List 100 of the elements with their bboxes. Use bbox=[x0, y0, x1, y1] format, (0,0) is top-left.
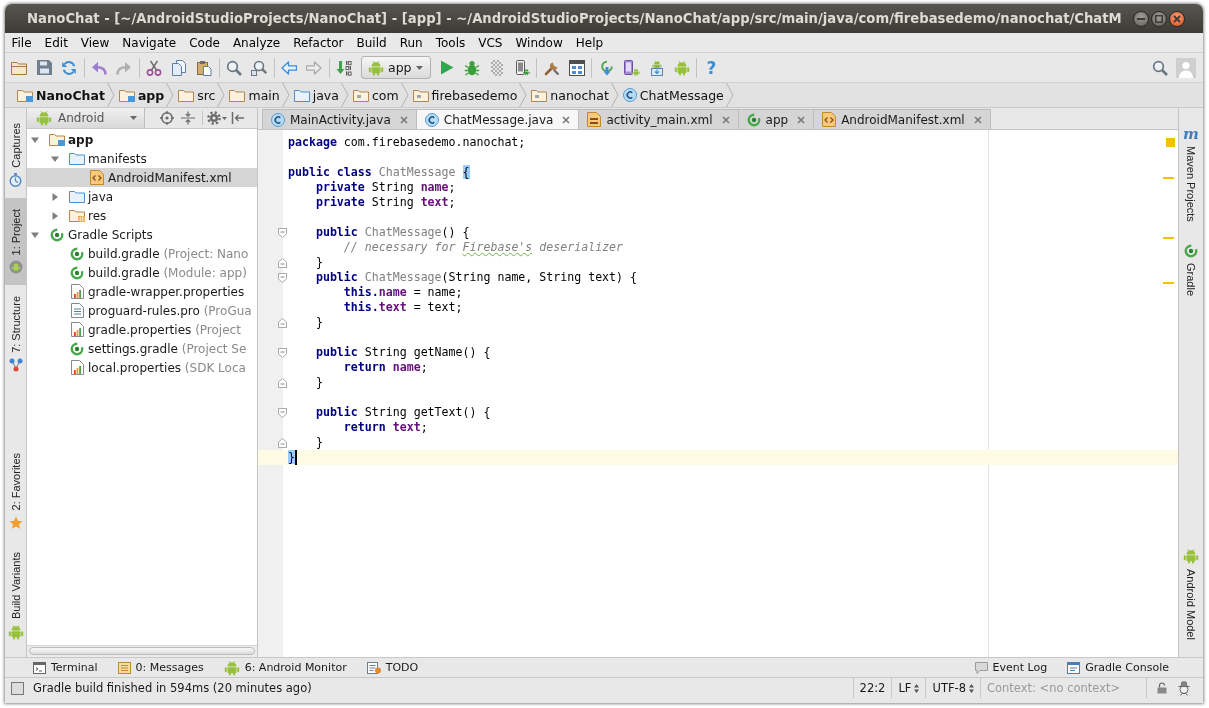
caret-position[interactable]: 22:2 bbox=[852, 678, 892, 698]
fold-end-marker-icon[interactable] bbox=[278, 437, 287, 448]
breadcrumb-item[interactable]: java bbox=[291, 83, 341, 107]
robot-icon bbox=[673, 59, 690, 76]
tree-item[interactable]: proguard-rules.pro (ProGua bbox=[27, 301, 257, 320]
lock-icon[interactable] bbox=[1157, 682, 1167, 694]
editor-tab[interactable]: app bbox=[737, 109, 815, 129]
tree-item[interactable]: Gradle Scripts bbox=[27, 225, 257, 244]
square-icon[interactable] bbox=[11, 681, 24, 695]
triangle-right-icon[interactable] bbox=[50, 210, 60, 221]
up-down-arrows-icon bbox=[969, 683, 974, 693]
tool-window-button[interactable]: TODO bbox=[356, 658, 429, 677]
fold-end-marker-icon[interactable] bbox=[278, 377, 287, 388]
menu-item[interactable]: Refactor bbox=[286, 33, 351, 52]
editor-tab[interactable]: activity_main.xml bbox=[578, 109, 739, 129]
left-arrow-icon bbox=[281, 60, 297, 75]
breadcrumb-item[interactable]: app bbox=[116, 83, 167, 107]
close-icon[interactable] bbox=[562, 115, 571, 124]
tree-item[interactable]: build.gradle (Module: app) bbox=[27, 263, 257, 282]
menu-item[interactable]: Help bbox=[569, 33, 610, 52]
menu-item[interactable]: Navigate bbox=[115, 33, 183, 52]
grid-window-icon bbox=[568, 59, 585, 76]
close-icon[interactable] bbox=[721, 115, 730, 124]
tool-window-button[interactable]: Android Model bbox=[1179, 537, 1203, 651]
star-icon bbox=[8, 515, 23, 530]
phone-robot-icon bbox=[623, 59, 640, 76]
close-button[interactable] bbox=[1169, 10, 1185, 27]
tool-window-button[interactable]: Gradle bbox=[1179, 232, 1203, 307]
tree-item[interactable]: app bbox=[27, 130, 257, 149]
tree-item[interactable]: local.properties (SDK Loca bbox=[27, 358, 257, 377]
tool-window-button[interactable]: Captures bbox=[5, 112, 26, 198]
code-line: // necessary for Firebase's deserializer bbox=[343, 240, 624, 255]
minimize-button[interactable] bbox=[1133, 10, 1149, 27]
tool-window-button[interactable]: Event Log bbox=[964, 658, 1058, 677]
menu-item[interactable]: Analyze bbox=[226, 33, 287, 52]
menu-item[interactable]: Build bbox=[350, 33, 394, 52]
breadcrumb-item[interactable]: main bbox=[227, 83, 282, 107]
code-line: } bbox=[315, 255, 323, 270]
menu-item[interactable]: Run bbox=[393, 33, 430, 52]
view-dropdown[interactable]: Android bbox=[27, 108, 145, 128]
fold-end-marker-icon[interactable] bbox=[278, 317, 287, 328]
robot-badge-icon bbox=[8, 260, 23, 275]
menu-item[interactable]: Edit bbox=[38, 33, 75, 52]
caret-icon bbox=[222, 116, 227, 120]
tool-window-button[interactable]: m Maven Projects bbox=[1179, 116, 1203, 233]
close-icon[interactable] bbox=[399, 115, 408, 124]
menu-item[interactable]: Code bbox=[182, 33, 227, 52]
tool-window-button[interactable]: 2: Favorites bbox=[5, 442, 26, 541]
editor-tab[interactable]: MainActivity.java bbox=[262, 109, 417, 129]
triangle-right-icon[interactable] bbox=[50, 191, 60, 202]
maximize-button[interactable] bbox=[1151, 10, 1167, 27]
fold-end-marker-icon[interactable] bbox=[278, 257, 287, 268]
menu-item[interactable]: Tools bbox=[429, 33, 472, 52]
breadcrumb-item[interactable]: nanochat bbox=[529, 83, 611, 107]
tree-item[interactable]: settings.gradle (Project Se bbox=[27, 339, 257, 358]
tree-item[interactable]: gradle-wrapper.properties bbox=[27, 282, 257, 301]
menu-item[interactable]: View bbox=[74, 33, 116, 52]
breadcrumb-item[interactable]: src bbox=[176, 83, 218, 107]
ring-arrow-icon bbox=[598, 59, 615, 76]
documents-icon bbox=[171, 59, 187, 76]
locate-button[interactable] bbox=[157, 108, 177, 128]
checklist-icon bbox=[366, 661, 381, 674]
fold-marker-icon[interactable] bbox=[278, 272, 287, 283]
tool-window-button[interactable]: Terminal bbox=[23, 658, 108, 677]
tool-window-button[interactable]: 6: Android Monitor bbox=[213, 658, 357, 677]
fold-marker-icon[interactable] bbox=[278, 407, 287, 418]
breadcrumb-item[interactable]: firebasedemo bbox=[410, 83, 520, 107]
menu-item[interactable]: Window bbox=[508, 33, 570, 52]
close-icon[interactable] bbox=[973, 115, 982, 124]
breadcrumb-item[interactable]: com bbox=[350, 83, 401, 107]
package-folder-icon bbox=[531, 88, 548, 102]
editor-tab[interactable]: AndroidManifest.xml bbox=[813, 109, 991, 129]
fold-marker-icon[interactable] bbox=[278, 347, 287, 358]
breadcrumb-item[interactable]: NanoChat bbox=[15, 83, 107, 107]
tool-window-button[interactable]: 7: Structure bbox=[5, 285, 26, 383]
stopwatch-icon bbox=[9, 172, 22, 187]
tool-window-button[interactable]: Gradle Console bbox=[1057, 658, 1179, 677]
breadcrumb-chevron bbox=[281, 83, 290, 107]
encoding-selector[interactable]: UTF-8 bbox=[925, 678, 980, 698]
tree-item[interactable]: res bbox=[27, 206, 257, 225]
hat-head-icon[interactable] bbox=[1177, 680, 1191, 696]
tree-item[interactable]: gradle.properties (Project bbox=[27, 320, 257, 339]
menu-item[interactable]: VCS bbox=[471, 33, 509, 52]
tree-item[interactable]: AndroidManifest.xml bbox=[27, 168, 257, 187]
fold-marker-icon[interactable] bbox=[278, 227, 287, 238]
breadcrumb-item[interactable]: ChatMessage bbox=[620, 83, 726, 107]
code-line: package com.firebasedemo.nanochat; bbox=[288, 135, 526, 150]
tool-window-button[interactable]: Build Variants bbox=[5, 540, 26, 651]
run-configuration-dropdown[interactable]: app bbox=[361, 56, 431, 79]
editor-tab[interactable]: ChatMessage.java bbox=[415, 109, 580, 129]
tool-window-button[interactable]: 0: Messages bbox=[107, 658, 214, 677]
tool-window-button[interactable]: 1: Project bbox=[5, 197, 26, 286]
tree-item[interactable]: java bbox=[27, 187, 257, 206]
close-icon[interactable] bbox=[797, 115, 806, 124]
folder-icon bbox=[11, 60, 27, 75]
menu-item[interactable]: File bbox=[5, 33, 39, 52]
tree-item[interactable]: build.gradle (Project: Nano bbox=[27, 244, 257, 263]
tree-item[interactable]: manifests bbox=[27, 149, 257, 168]
line-ending-selector[interactable]: LF bbox=[891, 678, 926, 698]
settings-button[interactable] bbox=[207, 108, 227, 128]
